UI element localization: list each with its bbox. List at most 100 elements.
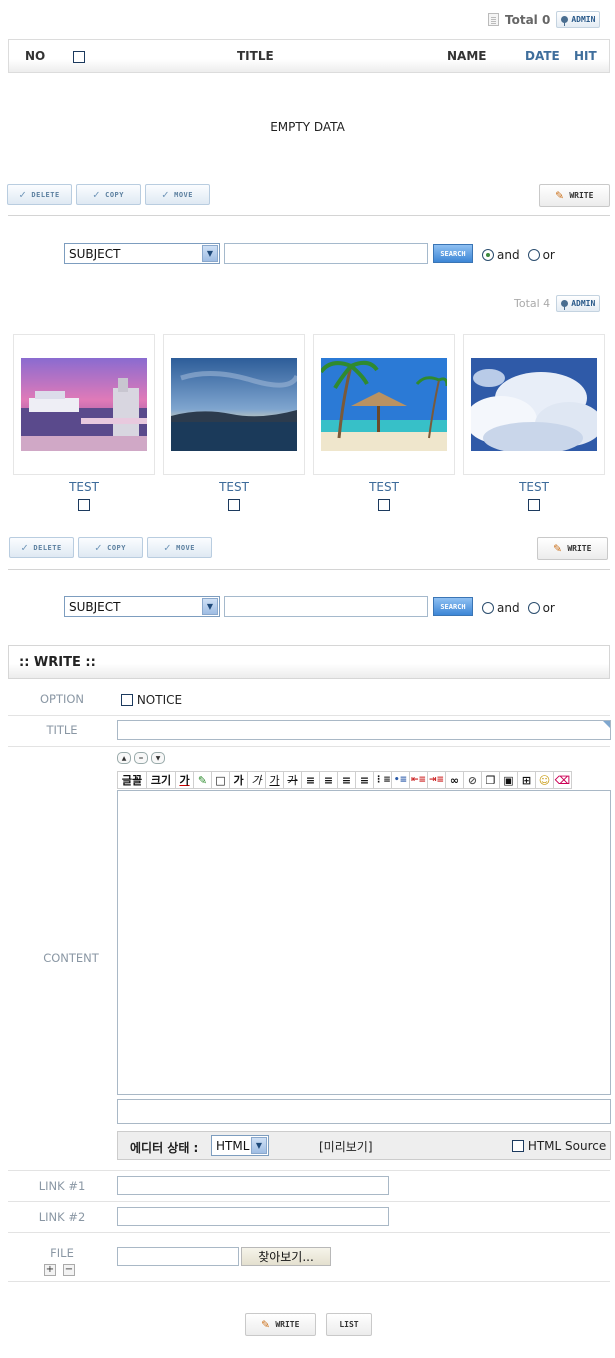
col-title[interactable]: TITLE: [237, 49, 274, 63]
clouds-photo[interactable]: [471, 358, 597, 451]
delete-button-2[interactable]: ✓ DELETE: [9, 537, 74, 558]
document-icon: [488, 13, 499, 26]
move-button[interactable]: ✓ MOVE: [145, 184, 210, 205]
search-field-select-2[interactable]: SUBJECT ▼: [64, 596, 220, 617]
beach-hut-photo[interactable]: [321, 358, 447, 451]
table-icon[interactable]: ⊞: [517, 771, 536, 789]
copy-button[interactable]: ✓ COPY: [76, 184, 141, 205]
admin-button[interactable]: ADMIN: [556, 11, 601, 28]
gallery-caption[interactable]: TEST: [463, 480, 605, 494]
gallery-card[interactable]: [313, 334, 455, 475]
add-file-icon[interactable]: +: [44, 1264, 56, 1276]
link-icon[interactable]: ∞: [445, 771, 464, 789]
submit-write-button[interactable]: ✎ WRITE: [245, 1313, 316, 1336]
and-radio[interactable]: [482, 602, 494, 614]
search-button[interactable]: SEARCH: [433, 244, 473, 263]
total-bar: Total 0 ADMIN: [488, 11, 601, 28]
search-input-2[interactable]: [224, 596, 428, 617]
italic-button[interactable]: 가: [247, 771, 266, 789]
write-button-2[interactable]: ✎ WRITE: [537, 537, 608, 560]
total-count: Total 0: [505, 12, 551, 27]
shrink-editor-icon[interactable]: ▲: [117, 752, 131, 764]
admin-button-2[interactable]: ADMIN: [556, 295, 601, 312]
search-button-2[interactable]: SEARCH: [433, 597, 473, 616]
select-all-checkbox[interactable]: [73, 51, 85, 63]
gallery-checkbox[interactable]: [78, 499, 90, 511]
title-input[interactable]: [117, 720, 611, 740]
gallery-caption[interactable]: TEST: [13, 480, 155, 494]
link1-input[interactable]: [117, 1176, 389, 1195]
harbor-sunset-photo[interactable]: [21, 358, 147, 451]
indent-icon[interactable]: ⇥≡: [427, 771, 446, 789]
gallery-checkbox[interactable]: [228, 499, 240, 511]
and-radio[interactable]: [482, 249, 494, 261]
col-date[interactable]: DATE: [525, 49, 560, 63]
search-input[interactable]: [224, 243, 428, 264]
align-right-icon[interactable]: ≡: [337, 771, 356, 789]
col-name[interactable]: NAME: [447, 49, 486, 63]
resize-corner-icon: [603, 721, 610, 728]
search-field-value: SUBJECT: [69, 246, 121, 261]
align-left-icon[interactable]: ≡: [301, 771, 320, 789]
link2-input[interactable]: [117, 1207, 389, 1226]
delete-button[interactable]: ✓ DELETE: [7, 184, 72, 205]
content-source-input[interactable]: [117, 1099, 611, 1124]
expand-editor-icon[interactable]: ▼: [151, 752, 165, 764]
gallery-checkbox[interactable]: [528, 499, 540, 511]
editor-mode-value: HTML: [216, 1138, 250, 1153]
gallery-card[interactable]: [13, 334, 155, 475]
strike-button[interactable]: 가: [283, 771, 302, 789]
underline-button[interactable]: 가: [265, 771, 284, 789]
highlight-button[interactable]: ✎: [193, 771, 212, 789]
font-button[interactable]: 글꼴: [117, 771, 147, 789]
gallery-caption[interactable]: TEST: [163, 480, 305, 494]
gallery-card[interactable]: [163, 334, 305, 475]
divider: [8, 569, 610, 570]
copy-button-2[interactable]: ✓ COPY: [78, 537, 143, 558]
col-hit[interactable]: HIT: [574, 49, 597, 63]
search-label: SEARCH: [440, 249, 466, 258]
check-icon: ✓: [19, 188, 27, 201]
copy-label: COPY: [107, 543, 126, 552]
sea-dusk-photo[interactable]: [171, 358, 297, 451]
gallery-checkbox[interactable]: [378, 499, 390, 511]
html-source-checkbox[interactable]: [512, 1140, 524, 1152]
unlink-icon[interactable]: ⊘: [463, 771, 482, 789]
copy-format-icon[interactable]: ❐: [481, 771, 500, 789]
size-button[interactable]: 크기: [146, 771, 176, 789]
search-field-select[interactable]: SUBJECT ▼: [64, 243, 220, 264]
bold-button[interactable]: 가: [229, 771, 248, 789]
align-justify-icon[interactable]: ≡: [355, 771, 374, 789]
notice-checkbox[interactable]: [121, 694, 133, 706]
text-color-button[interactable]: 가: [175, 771, 194, 789]
bullet-list-icon[interactable]: •≡: [391, 771, 410, 789]
or-label: or: [542, 248, 555, 262]
write-button[interactable]: ✎ WRITE: [539, 184, 610, 207]
emoticon-icon[interactable]: ☺: [535, 771, 554, 789]
list-button[interactable]: LIST: [326, 1313, 372, 1336]
content-label: CONTENT: [43, 951, 99, 965]
browse-button[interactable]: 찾아보기...: [241, 1247, 331, 1266]
total-count-2: Total 4: [514, 297, 551, 310]
image-icon[interactable]: ▣: [499, 771, 518, 789]
gallery-caption[interactable]: TEST: [313, 480, 455, 494]
content-editor-area[interactable]: [117, 790, 611, 1095]
preview-link[interactable]: [미리보기]: [319, 1138, 373, 1155]
border-button[interactable]: □: [211, 771, 230, 789]
write-label: WRITE: [275, 1320, 300, 1329]
and-label: and: [497, 248, 520, 262]
align-center-icon[interactable]: ≡: [319, 771, 338, 789]
remove-file-icon[interactable]: −: [63, 1264, 75, 1276]
or-radio[interactable]: [527, 602, 540, 614]
outdent-icon[interactable]: ⇤≡: [409, 771, 428, 789]
gallery-card[interactable]: [463, 334, 605, 475]
eraser-icon[interactable]: ⌫: [553, 771, 572, 789]
reset-editor-icon[interactable]: =: [134, 752, 148, 764]
move-label: MOVE: [174, 190, 193, 199]
or-radio[interactable]: [527, 249, 540, 261]
row-divider: [8, 1201, 610, 1202]
editor-mode-select[interactable]: HTML ▼: [211, 1135, 269, 1156]
numbered-list-icon[interactable]: ⋮≡: [373, 771, 392, 789]
file-path-input[interactable]: [117, 1247, 239, 1266]
move-button-2[interactable]: ✓ MOVE: [147, 537, 212, 558]
